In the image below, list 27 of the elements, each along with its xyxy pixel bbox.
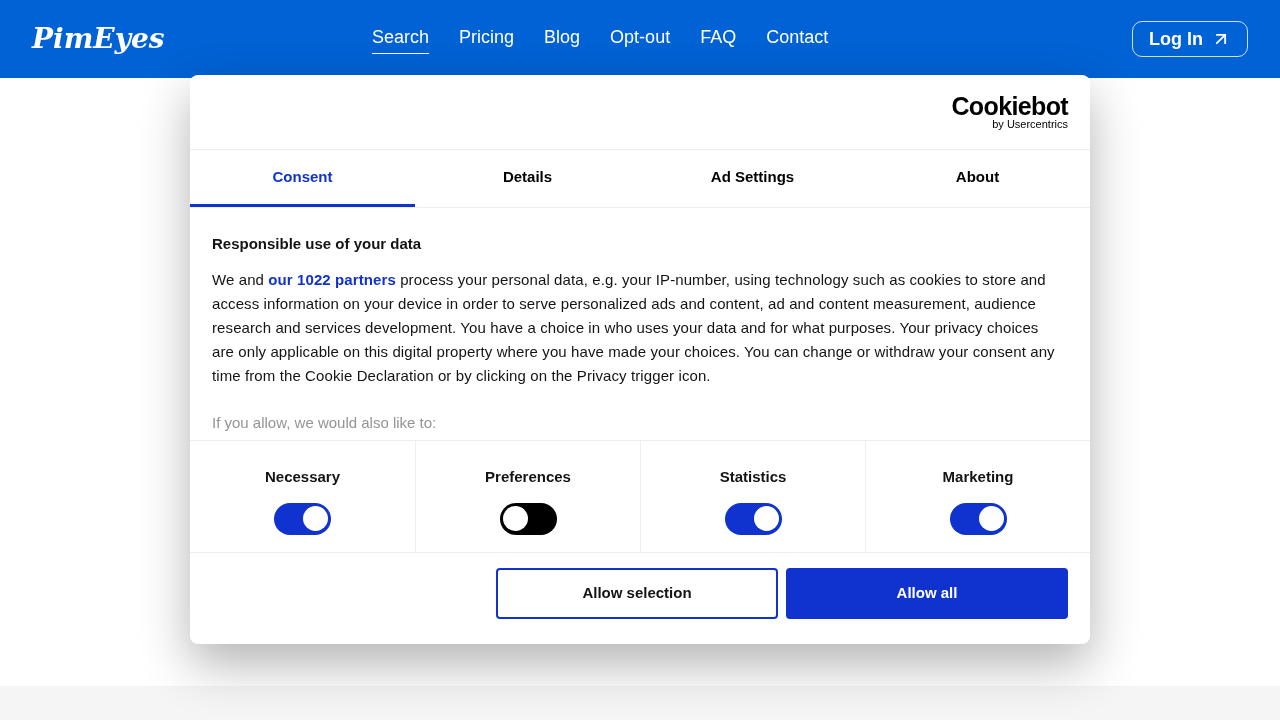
nav-link[interactable]: Opt-out (610, 24, 671, 54)
toggle-label: Marketing (942, 467, 1014, 487)
consent-paragraph: We and our 1022 partners process your personal data, e.g. your IP-number, using technology such as cookies to store and access information on your device in order to serve personalized ads and content, ad and content measurement, audience research and services development. You have a choice in who uses your data and for what purposes. Your privacy choices are only applicable on this digital property where you have made your choices. You can change or withdraw your consent any time from the Cookie Declaration or by clicking on the Privacy trigger icon. (212, 269, 1056, 386)
faded-text: If you allow, we would also like to: (212, 412, 438, 433)
allow-all-button[interactable]: Allow all (786, 568, 1068, 619)
toggle-label: Statistics (719, 467, 787, 487)
allow-selection-button[interactable]: Allow selection (496, 568, 778, 619)
toggle-switch[interactable] (724, 502, 782, 535)
nav-link[interactable]: Contact (766, 24, 829, 54)
dialog-tab[interactable]: Ad Settings (640, 150, 865, 207)
dialog-tab[interactable]: Details (415, 150, 640, 207)
nav-link[interactable]: Search (372, 24, 430, 54)
toggle-switch[interactable] (949, 502, 1007, 535)
section-heading: Responsible use of your data (212, 234, 423, 254)
partners-link[interactable]: our 1022 partners (268, 270, 396, 288)
toggle-switch[interactable] (499, 502, 557, 535)
toggle-label: Preferences (485, 467, 571, 487)
nav-link[interactable]: Blog (544, 24, 581, 54)
dialog-tab[interactable]: Consent (190, 150, 415, 207)
cookiebot-logo: Cookiebot by Usercentrics (951, 94, 1068, 130)
toggle-switch[interactable] (274, 502, 331, 535)
nav-link[interactable]: FAQ (700, 24, 737, 54)
logo[interactable]: PimEyes (32, 18, 372, 60)
dialog-tab[interactable]: About (865, 150, 1090, 207)
toggle-label: Necessary (264, 467, 341, 487)
nav-link[interactable]: Pricing (459, 24, 515, 54)
login-button[interactable]: Log In (1132, 21, 1248, 57)
